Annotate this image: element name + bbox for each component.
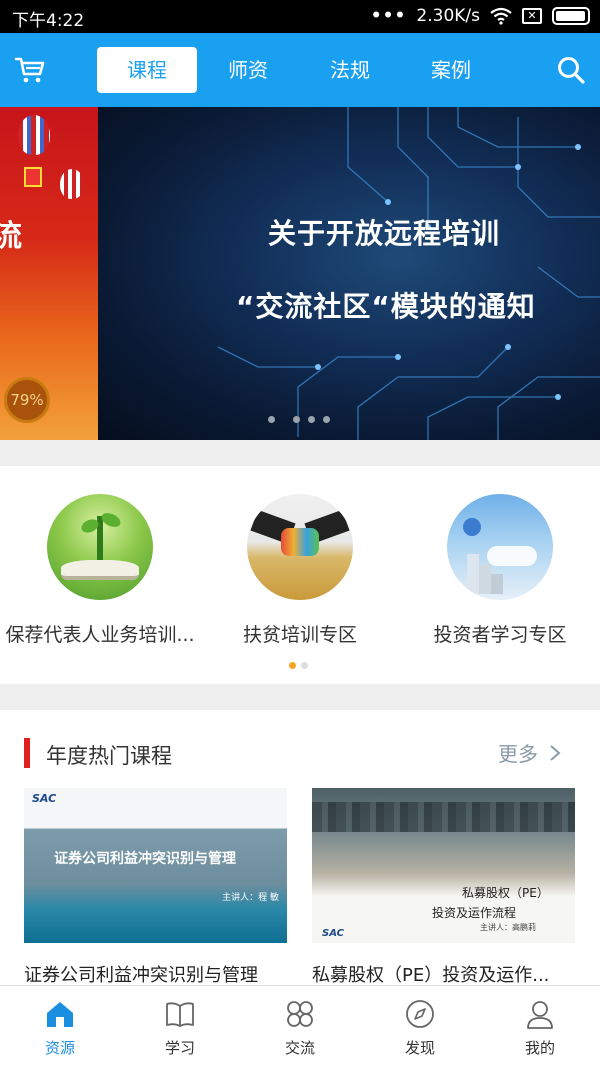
carousel-dot [323,416,330,423]
more-link[interactable]: 更多 [498,738,538,767]
sac-logo: SAC [32,792,57,805]
tabbar-item-community[interactable]: 交流 [240,998,360,1058]
section-title: 年度热门课程 [46,744,172,768]
top-nav: 课程 师资 法规 案例 [0,33,600,107]
thumb-course-title: 证券公司利益冲突识别与管理 [54,851,236,867]
network-speed: 2.30K/s [416,6,480,26]
status-time: 下午4:22 [12,11,85,31]
banner-prev-slide: 流 79% [0,107,98,440]
carousel-indicator [268,416,330,423]
battery-icon [552,7,590,25]
handshake-wheat-image [247,494,353,600]
cart-icon[interactable] [14,55,46,85]
no-sim-icon: ✕ [522,8,542,24]
tabbar-item-me[interactable]: 我的 [480,998,600,1058]
tab-courses[interactable]: 课程 [97,47,197,93]
course-thumbnail: 私募股权（PE） 投资及运作流程 主讲人：高鹏莉 SAC [312,788,575,943]
grid-icon [287,1001,313,1027]
search-icon[interactable] [556,55,586,85]
more-dots-icon: ••• [370,6,407,26]
book-icon [166,1002,194,1027]
balloon-image [18,115,50,155]
course-thumbnail: SAC 证券公司利益冲突识别与管理 主讲人：程 敏 [24,788,287,943]
sac-logo: SAC [322,928,344,939]
category-pager [289,662,308,669]
tab-regulations[interactable]: 法规 [300,47,400,93]
category-sponsor-training[interactable]: 保荐代表人业务培训... [0,494,200,647]
plant-book-image [47,494,153,600]
thumb-course-title-1: 私募股权（PE） [462,886,549,900]
category-label: 保荐代表人业务培训... [5,624,195,646]
status-bar: 下午4:22 ••• 2.30K/s ✕ [0,0,600,33]
category-poverty-alleviation[interactable]: 扶贫培训专区 [200,494,400,647]
banner-progress-badge: 79% [4,377,50,423]
carousel-dot [308,416,315,423]
compass-icon [406,1000,434,1028]
bottom-tab-bar: 资源 学习 交流 发现 我的 [0,985,600,1067]
section-accent-bar [24,738,30,768]
tabbar-label: 发现 [404,1039,435,1057]
stairs-sky-image [447,494,553,600]
course-name: 私募股权（PE）投资及运作... [312,965,550,986]
tabbar-item-study[interactable]: 学习 [120,998,240,1058]
course-card[interactable]: SAC 证券公司利益冲突识别与管理 主讲人：程 敏 证券公司利益冲突识别与管理 [24,788,287,987]
category-investor-learning[interactable]: 投资者学习专区 [400,494,600,647]
carousel-dot [293,416,300,423]
wifi-icon [490,7,512,25]
balloon-image [60,169,84,199]
home-icon [47,1002,73,1027]
thumb-lecturer: 主讲人：高鹏莉 [480,923,536,932]
tab-teachers[interactable]: 师资 [198,47,298,93]
gift-box-image [24,167,42,187]
tabbar-label: 资源 [44,1039,75,1057]
category-label: 投资者学习专区 [433,624,567,646]
tabbar-label: 学习 [164,1039,195,1057]
tabbar-label: 交流 [284,1039,315,1057]
circuit-pattern-image [217,107,600,440]
thumb-lecturer: 主讲人：程 敏 [222,893,279,903]
pager-dot-active [289,662,296,669]
user-icon [527,1001,553,1029]
banner-headline-2: “交流社区“模块的通知 [236,290,536,323]
pager-dot [301,662,308,669]
category-label: 扶贫培训专区 [242,624,357,646]
category-section: 保荐代表人业务培训... 扶贫培训专区 投资者学习专区 [0,466,600,684]
city-skyline-image [312,802,575,832]
tabbar-item-resources[interactable]: 资源 [0,998,120,1058]
hot-courses-section: 年度热门课程 更多 SAC 证券公司利益冲突识别与管理 主讲人：程 敏 证券公司… [0,710,600,987]
banner-prev-text: 流 [0,219,22,254]
thumb-course-title-2: 投资及运作流程 [432,906,517,920]
banner-headline-1: 关于开放远程培训 [268,217,501,250]
course-name: 证券公司利益冲突识别与管理 [24,965,258,986]
carousel-dot [268,416,275,423]
tab-cases[interactable]: 案例 [401,47,501,93]
chevron-right-icon[interactable] [548,744,562,762]
tabbar-label: 我的 [524,1039,555,1057]
tabbar-item-discover[interactable]: 发现 [360,998,480,1058]
course-card[interactable]: 私募股权（PE） 投资及运作流程 主讲人：高鹏莉 SAC 私募股权（PE）投资及… [312,788,575,987]
banner-carousel[interactable]: 流 79% 关于开放远程培训 “交流社区“模块的通知 [0,107,600,440]
